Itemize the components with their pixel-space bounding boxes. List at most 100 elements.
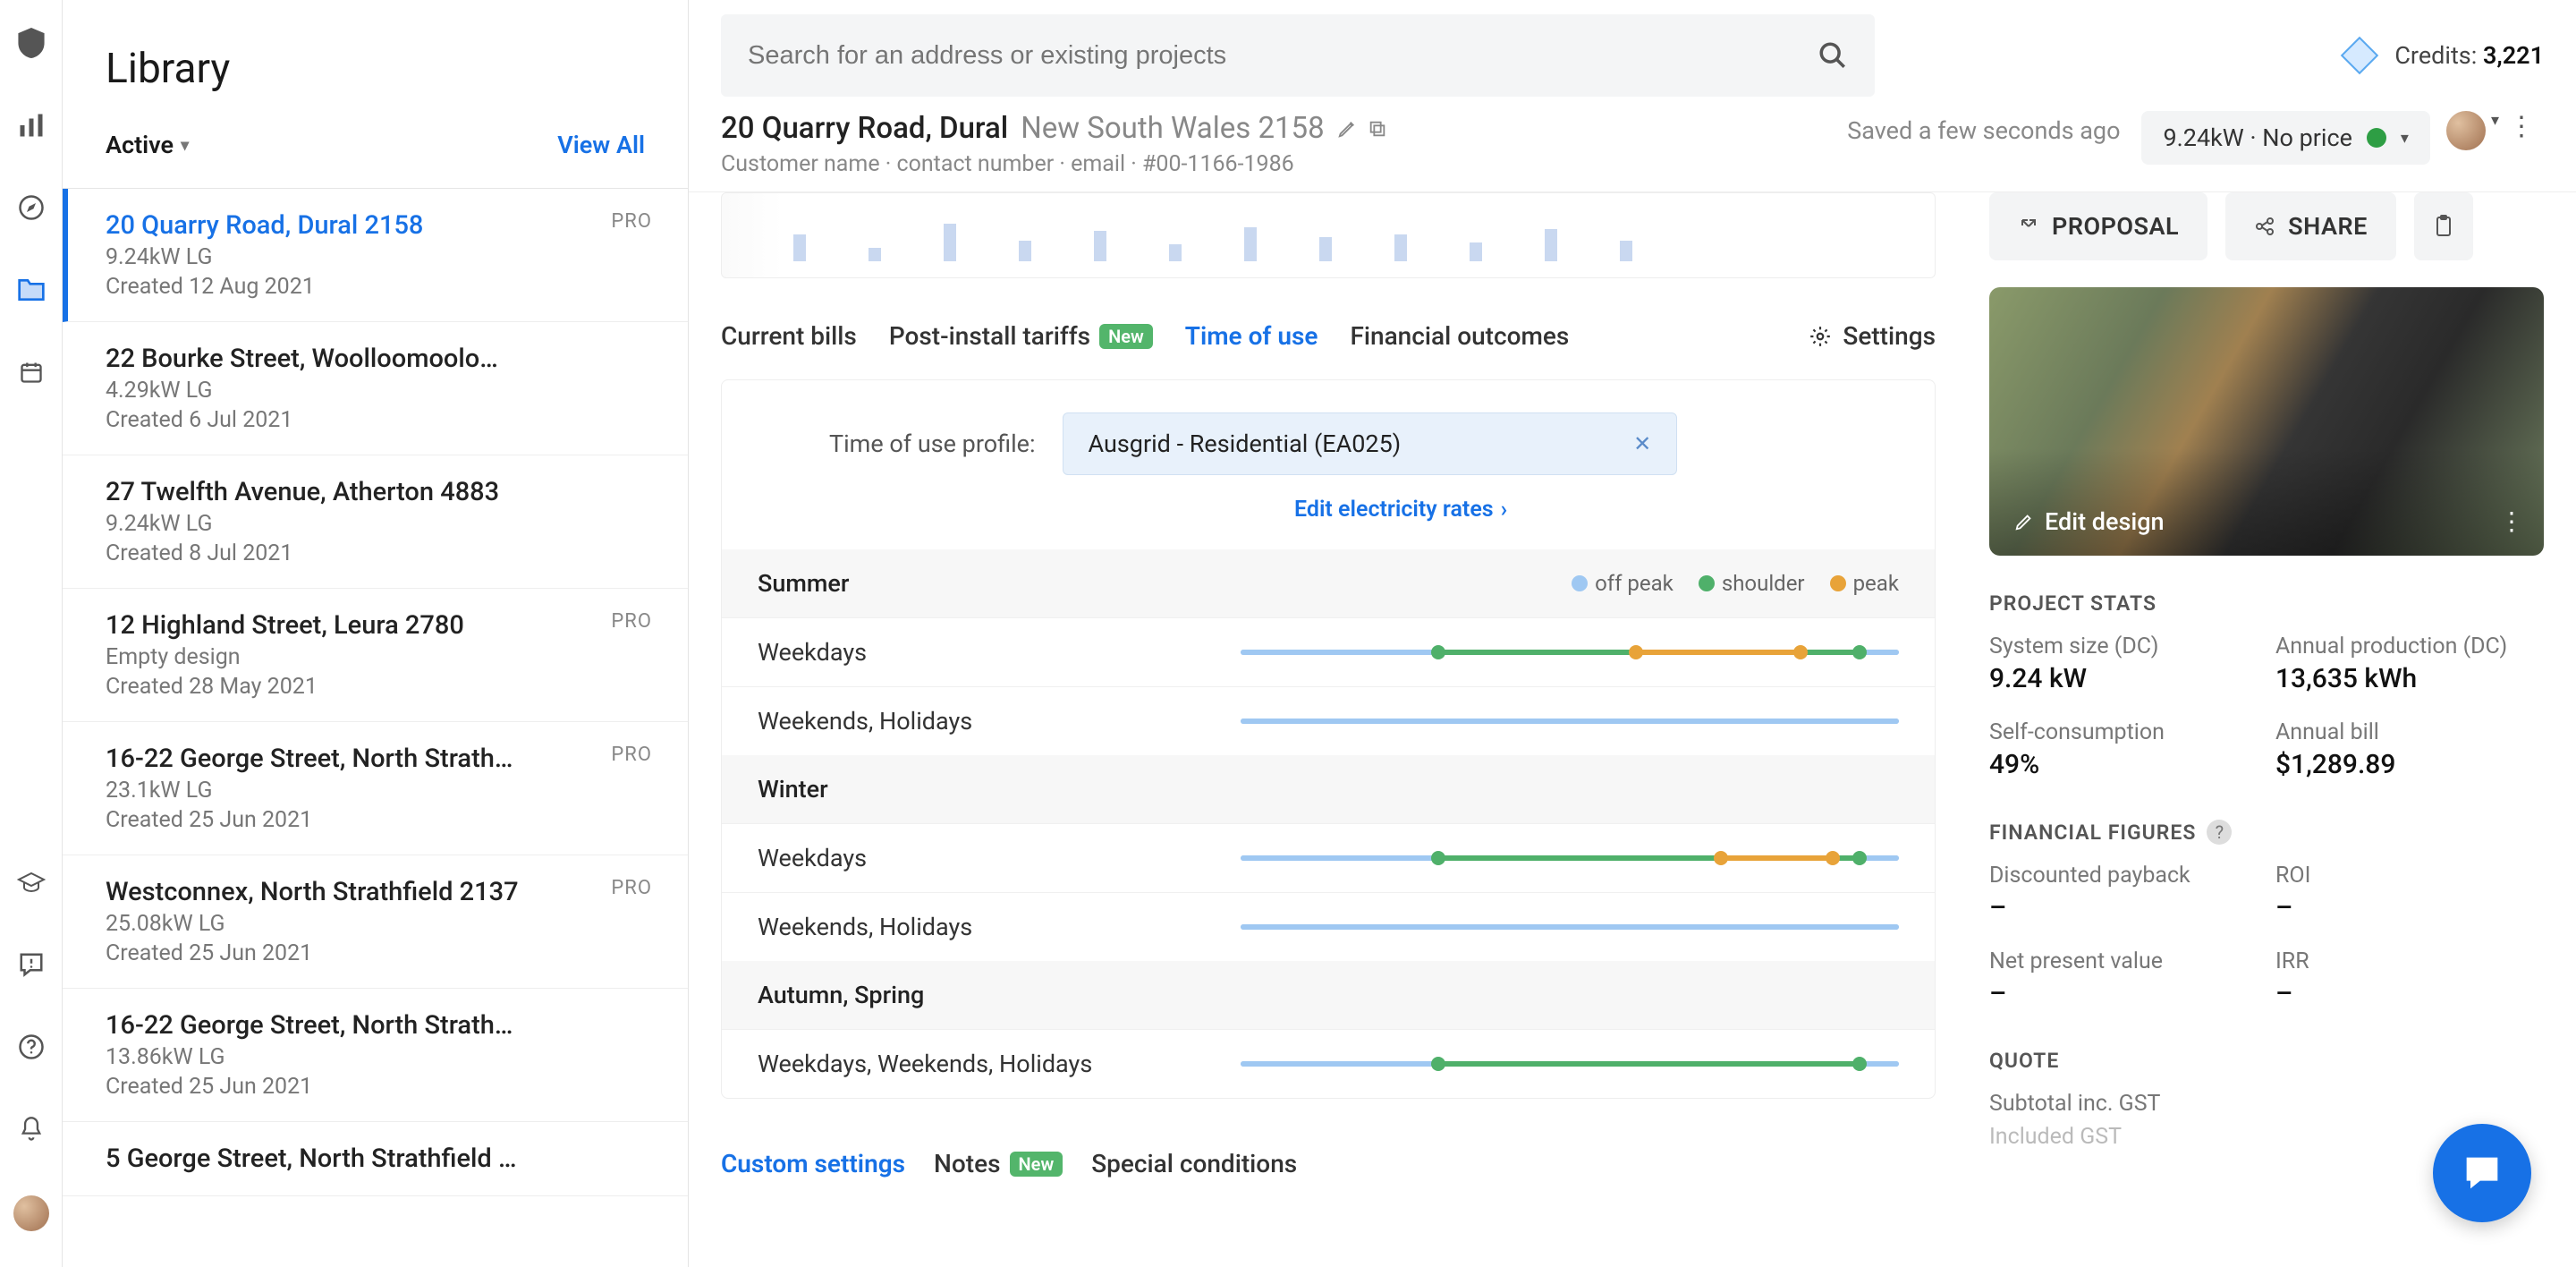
season-name: Autumn, Spring	[758, 981, 924, 1009]
more-menu-button[interactable]: ⋮	[2499, 111, 2544, 142]
project-item[interactable]: 12 Highland Street, Leura 2780 PRO Empty…	[63, 589, 688, 722]
project-item-meta: 9.24kW LG	[106, 511, 652, 537]
season-header: Winter	[722, 755, 1935, 823]
project-item-created: Created 6 Jul 2021	[106, 407, 652, 433]
help-icon[interactable]: ?	[2207, 820, 2232, 845]
stat: Annual bill $1,289.89	[2275, 719, 2544, 780]
project-item[interactable]: 5 George Street, North Strathfield …	[63, 1122, 688, 1196]
project-item-created: Created 25 Jun 2021	[106, 1074, 652, 1100]
stat-value: 9.24 kW	[1989, 663, 2258, 694]
design-more-button[interactable]: ⋮	[2499, 506, 2524, 536]
tou-timeline	[1241, 924, 1899, 930]
new-badge: New	[1010, 1152, 1063, 1177]
project-list: 20 Quarry Road, Dural 2158 PRO 9.24kW LG…	[63, 188, 688, 1267]
project-item-address: 16-22 George Street, North Strath…	[106, 744, 513, 774]
help-icon[interactable]	[15, 1031, 47, 1063]
right-column: PROPOSAL SHARE Edit design ⋮	[1968, 192, 2576, 1267]
tab-special-conditions[interactable]: Special conditions	[1091, 1149, 1297, 1178]
stats-title: PROJECT STATS	[1989, 591, 2544, 616]
project-item-created: Created 12 Aug 2021	[106, 274, 652, 300]
project-item-meta: 4.29kW LG	[106, 378, 652, 404]
project-item-meta: Empty design	[106, 644, 652, 670]
project-item-created: Created 8 Jul 2021	[106, 540, 652, 566]
credits-display: Credits: 3,221	[2394, 41, 2544, 70]
stat-label: Discounted payback	[1989, 863, 2258, 889]
user-avatar[interactable]	[13, 1195, 49, 1231]
chat-fab[interactable]	[2433, 1124, 2531, 1222]
project-address: 20 Quarry Road, Dural	[721, 111, 1008, 146]
project-region: New South Wales 2158	[1021, 111, 1324, 146]
proposal-button[interactable]: PROPOSAL	[1989, 192, 2207, 260]
caret-down-icon[interactable]: ▾	[2491, 111, 2499, 130]
project-item[interactable]: 27 Twelfth Avenue, Atherton 4883 9.24kW …	[63, 455, 688, 589]
season-name: Winter	[758, 775, 828, 804]
main-area: Credits: 3,221 20 Quarry Road, Dural New…	[689, 0, 2576, 1267]
project-item[interactable]: 20 Quarry Road, Dural 2158 PRO 9.24kW LG…	[63, 189, 688, 322]
tab-current-bills[interactable]: Current bills	[721, 321, 857, 351]
tou-row: Weekends, Holidays	[722, 686, 1935, 755]
season-name: Summer	[758, 569, 849, 598]
copy-icon[interactable]	[1368, 119, 1387, 139]
view-all-link[interactable]: View All	[557, 131, 645, 159]
project-item-meta: 25.08kW LG	[106, 911, 652, 937]
edit-design-button[interactable]: Edit design	[2014, 507, 2165, 536]
chart-icon[interactable]	[15, 109, 47, 141]
share-button[interactable]: SHARE	[2225, 192, 2396, 260]
project-item-address: 20 Quarry Road, Dural 2158	[106, 210, 423, 241]
pro-badge: PRO	[611, 744, 652, 766]
project-item[interactable]: 22 Bourke Street, Woolloomoolo… 4.29kW L…	[63, 322, 688, 455]
tou-row: Weekdays	[722, 617, 1935, 686]
project-item[interactable]: 16-22 George Street, North Strath… 13.86…	[63, 989, 688, 1122]
clipboard-button[interactable]	[2414, 192, 2473, 260]
tab-notes[interactable]: Notes New	[934, 1149, 1063, 1178]
tab-time-of-use[interactable]: Time of use	[1185, 321, 1318, 351]
tou-timeline	[1241, 650, 1899, 655]
tou-row: Weekdays, Weekends, Holidays	[722, 1029, 1935, 1098]
shield-icon[interactable]	[15, 27, 47, 59]
tab-post-install[interactable]: Post-install tariffs New	[889, 321, 1153, 351]
owner-avatar[interactable]	[2446, 111, 2486, 150]
bill-chart-stub	[721, 192, 1936, 278]
feedback-icon[interactable]	[15, 948, 47, 981]
project-subline: Customer name · contact number · email ·…	[721, 151, 1847, 177]
bell-icon[interactable]	[15, 1113, 47, 1145]
financial-grid: Discounted payback –ROI –Net present val…	[1989, 863, 2544, 1009]
pencil-icon	[2014, 512, 2034, 531]
search-input[interactable]	[748, 41, 1818, 71]
chevron-right-icon: ›	[1501, 497, 1508, 523]
project-item-address: Westconnex, North Strathfield 2137	[106, 877, 519, 907]
tab-financial-outcomes[interactable]: Financial outcomes	[1350, 321, 1569, 351]
tab-custom-settings[interactable]: Custom settings	[721, 1149, 905, 1178]
folder-icon[interactable]	[15, 274, 47, 306]
edit-rates-link[interactable]: Edit electricity rates	[1294, 497, 1494, 523]
search-icon[interactable]	[1818, 40, 1848, 71]
stat-value: 49%	[1989, 749, 2258, 780]
edit-icon[interactable]	[1337, 119, 1357, 139]
system-price-dropdown[interactable]: 9.24kW · No price ▾	[2141, 111, 2429, 165]
pro-badge: PRO	[611, 877, 652, 899]
calendar-icon[interactable]	[15, 356, 47, 388]
tou-timeline	[1241, 1061, 1899, 1067]
tou-row-label: Weekends, Holidays	[758, 707, 1241, 736]
compass-icon[interactable]	[15, 191, 47, 224]
project-item[interactable]: Westconnex, North Strathfield 2137 PRO 2…	[63, 855, 688, 989]
design-preview[interactable]: Edit design ⋮	[1989, 287, 2544, 556]
project-item-meta: 23.1kW LG	[106, 778, 652, 804]
save-status: Saved a few seconds ago	[1847, 116, 2120, 145]
stat-value: –	[1989, 978, 2258, 1009]
project-header: 20 Quarry Road, Dural New South Wales 21…	[689, 111, 2576, 191]
stat-label: System size (DC)	[1989, 634, 2258, 659]
new-badge: New	[1099, 324, 1153, 349]
project-item-meta: 9.24kW LG	[106, 244, 652, 270]
project-item-created: Created 25 Jun 2021	[106, 940, 652, 966]
quote-title: QUOTE	[1989, 1049, 2544, 1073]
tou-profile-chip[interactable]: Ausgrid - Residential (EA025) ✕	[1063, 412, 1678, 475]
tab-settings-button[interactable]: Settings	[1809, 321, 1936, 351]
quote-subtotal-row: Subtotal inc. GST	[1989, 1091, 2544, 1117]
search-box[interactable]	[721, 14, 1875, 97]
education-icon[interactable]	[15, 866, 47, 898]
stat: Annual production (DC) 13,635 kWh	[2275, 634, 2544, 694]
project-item[interactable]: 16-22 George Street, North Strath… PRO 2…	[63, 722, 688, 855]
library-filter-dropdown[interactable]: Active ▾	[106, 131, 189, 159]
close-icon[interactable]: ✕	[1633, 431, 1651, 456]
